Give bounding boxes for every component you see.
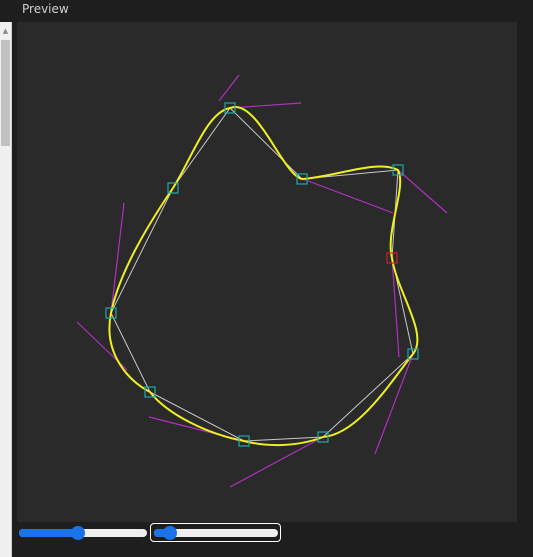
parameter-slider-2[interactable]: [154, 526, 278, 540]
slider-thumb[interactable]: [71, 526, 86, 540]
preview-panel-title: Preview: [22, 2, 69, 16]
scrollbar-thumb[interactable]: [1, 40, 10, 146]
vertical-scrollbar[interactable]: ▲: [0, 22, 12, 557]
scroll-up-arrow-icon[interactable]: ▲: [0, 26, 11, 36]
slider-thumb[interactable]: [162, 526, 177, 540]
parameter-slider-1[interactable]: [19, 526, 147, 540]
preview-canvas[interactable]: [17, 22, 517, 522]
slider-track-fill: [19, 529, 79, 537]
spline-scene[interactable]: [17, 22, 517, 522]
canvas-background: [17, 22, 517, 522]
app-window: ▲ Preview: [0, 0, 533, 557]
